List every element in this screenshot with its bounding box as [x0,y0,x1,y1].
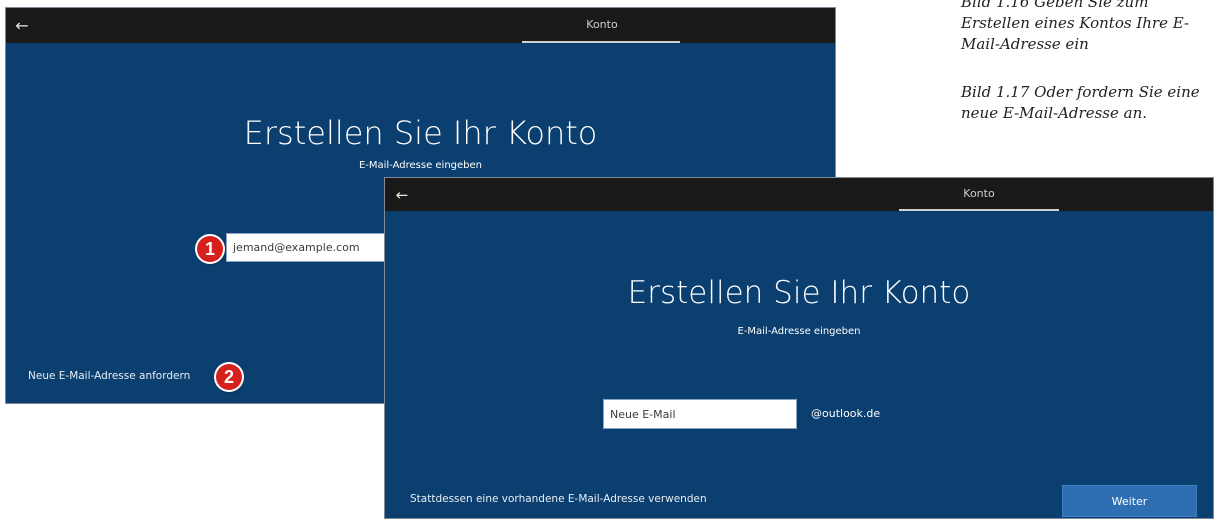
back-arrow-icon[interactable]: ← [6,8,38,43]
new-email-input[interactable]: Neue E-Mail [603,399,797,429]
page-subtitle: E-Mail-Adresse eingeben [737,326,861,337]
tab-active-indicator [899,209,1059,211]
page-subtitle: E-Mail-Adresse eingeben [358,160,483,171]
figure-caption-1-17: Bild 1.17 Oder fordern Sie eine neue E-M… [961,83,1200,122]
title-bar: ← Konto [385,178,1213,211]
new-email-address-link[interactable]: Neue E-Mail-Adresse anfordern [28,370,190,382]
use-existing-email-link[interactable]: Stattdessen eine vorhandene E-Mail-Adres… [410,493,707,505]
callout-badge-2: 2 [216,364,242,390]
title-bar: ← Konto [6,8,835,43]
tab-konto[interactable]: Konto [524,8,680,41]
tab-konto[interactable]: Konto [900,178,1058,209]
tab-active-indicator [522,41,680,43]
account-window-front: ← Konto Erstellen Sie Ihr Konto E-Mail-A… [384,177,1214,519]
next-button[interactable]: Weiter [1062,485,1197,517]
back-arrow-icon[interactable]: ← [385,178,419,211]
email-domain-suffix: @outlook.de [811,407,881,420]
email-input-placeholder: jemand@example.com [233,241,360,254]
email-input[interactable]: jemand@example.com [226,233,386,262]
page-title: Erstellen Sie Ihr Konto [627,275,971,311]
figure-caption-1-16: Bild 1.16 Geben Sie zum Erstellen eines … [961,0,1190,53]
callout-badge-1: 1 [197,236,223,262]
new-email-input-placeholder: Neue E-Mail [610,407,676,421]
page-title: Erstellen Sie Ihr Konto [243,114,598,152]
